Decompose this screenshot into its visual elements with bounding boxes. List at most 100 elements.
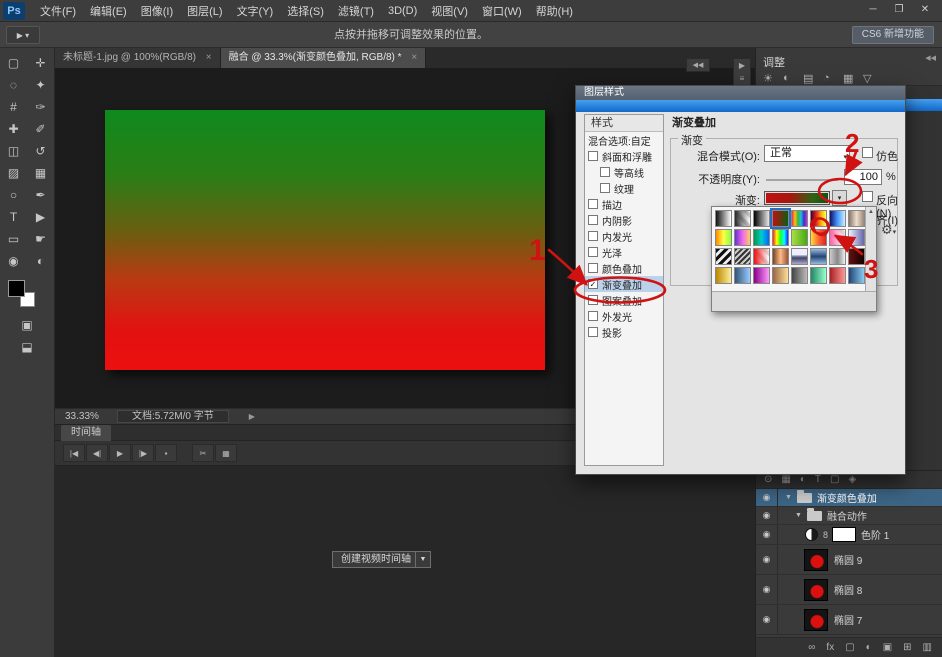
layers-action-link-layers[interactable]: ∞ (808, 642, 815, 653)
opacity-value-field[interactable]: 100 (844, 169, 882, 185)
timeline-tool-split-clip[interactable]: ✂ (192, 444, 214, 462)
expand-panel-button[interactable]: ▶ ≡ (733, 58, 751, 86)
gradient-preset-brown-tan[interactable] (772, 267, 789, 284)
style-item-1[interactable]: 斜面和浮雕 (585, 148, 663, 164)
style-item-9[interactable]: ✓ 渐变叠加 (585, 276, 663, 292)
visibility-toggle[interactable]: ◉ (756, 545, 778, 574)
layer-thumbnail[interactable] (804, 578, 828, 601)
window-button-close[interactable]: ✕ (912, 0, 938, 20)
reverse-checkbox[interactable] (862, 191, 873, 202)
menu-item-type[interactable]: 文字(Y) (230, 3, 281, 19)
tool-zoom-tool[interactable]: ◉ (0, 250, 27, 272)
gradient-preset-copper[interactable] (772, 248, 789, 265)
tool-path-select-tool[interactable]: ▶ (27, 206, 54, 228)
layers-filter-type[interactable]: T (815, 474, 821, 485)
transport-next-frame[interactable]: |▶ (132, 444, 154, 462)
style-checkbox[interactable] (588, 327, 598, 337)
gradient-preset-fg-to-transparent[interactable] (734, 210, 751, 227)
layers-filter-kind[interactable]: ⊙ (764, 474, 772, 485)
style-checkbox[interactable] (588, 263, 598, 273)
tool-history-brush-tool[interactable]: ↺ (27, 140, 54, 162)
adjustment-hue-adjustment-icon[interactable]: ▽ (863, 72, 883, 85)
transport-mute-audio[interactable]: ▪ (155, 444, 177, 462)
group-twirl-icon[interactable]: ▼ (785, 494, 792, 501)
collapse-panels-button[interactable]: ◀◀ (686, 58, 710, 72)
gradient-picker-dropdown-button[interactable]: ▾ (832, 190, 847, 206)
layer-row-5[interactable]: ◉ 椭圆 7 (756, 605, 942, 635)
transport-play[interactable]: ▶ (109, 444, 131, 462)
gradient-preset-red-transparent[interactable] (753, 248, 770, 265)
tool-clone-stamp-tool[interactable]: ◫ (0, 140, 27, 162)
style-checkbox[interactable] (588, 151, 598, 161)
layer-name[interactable]: 色阶 1 (861, 527, 889, 542)
gradient-preset-silver[interactable] (829, 248, 846, 265)
layers-filter-image[interactable]: ▦ (781, 474, 790, 485)
gradient-preset-black-white-2[interactable] (753, 210, 770, 227)
layer-row-0[interactable]: ◉ ▼ 渐变颜色叠加 (756, 489, 942, 507)
adjustment-curves-adjustment-icon[interactable]: ▤ (803, 72, 823, 85)
menu-item-edit[interactable]: 编辑(E) (83, 3, 134, 19)
gradient-preset-orange-yellow-green[interactable] (715, 229, 732, 246)
gradient-preset-violet-pink-gold[interactable] (734, 229, 751, 246)
gradient-preset-green-lime[interactable] (791, 229, 808, 246)
gradient-preset-dark-red-black[interactable] (848, 248, 865, 265)
style-item-4[interactable]: 描边 (585, 196, 663, 212)
layers-action-new-adjustment-layer[interactable]: ◐ (866, 642, 872, 653)
style-item-12[interactable]: 投影 (585, 324, 663, 340)
style-checkbox[interactable]: ✓ (588, 279, 598, 289)
gradient-preset-spectrum[interactable] (791, 210, 808, 227)
layer-row-4[interactable]: ◉ 椭圆 8 (756, 575, 942, 605)
tool-quick-select-tool[interactable]: ✦ (27, 74, 54, 96)
tool-crop-tool[interactable]: # (0, 96, 27, 118)
document-tab-untitled[interactable]: 未标题-1.jpg @ 100%(RGB/8) × (55, 48, 221, 68)
tool-screen-mode-toggle[interactable]: ⬓ (21, 340, 32, 354)
style-checkbox[interactable] (588, 199, 598, 209)
blend-mode-select[interactable]: 正常 ▾ (764, 145, 850, 162)
tool-move-tool[interactable]: ✛ (27, 52, 54, 74)
visibility-toggle[interactable]: ◉ (756, 489, 778, 506)
gradient-preset-steel-blue[interactable] (810, 248, 827, 265)
menu-item-layer[interactable]: 图层(L) (180, 3, 229, 19)
layer-row-3[interactable]: ◉ 椭圆 9 (756, 545, 942, 575)
layers-action-new-group[interactable]: ▣ (883, 642, 892, 653)
layer-thumbnail[interactable] (804, 608, 828, 631)
visibility-toggle[interactable]: ◉ (756, 525, 778, 544)
style-item-0[interactable]: 混合选项:自定 (585, 132, 663, 148)
layers-action-new-layer[interactable]: ⊞ (903, 642, 911, 653)
style-item-10[interactable]: 图案叠加 (585, 292, 663, 308)
document-tab-active[interactable]: 融合 @ 33.3%(渐变颜色叠加, RGB/8) * × (220, 48, 427, 68)
window-button-minimize[interactable]: ─ (860, 0, 886, 20)
style-checkbox[interactable] (588, 247, 598, 257)
canvas-image[interactable] (105, 110, 545, 370)
menu-item-image[interactable]: 图像(I) (134, 3, 180, 19)
tool-eraser-tool[interactable]: ▨ (0, 162, 27, 184)
gradient-preset-green-cyan-blue[interactable] (753, 229, 770, 246)
dialog-title[interactable]: 图层样式 (576, 86, 905, 100)
close-tab-icon[interactable]: × (206, 52, 212, 63)
style-checkbox[interactable] (600, 183, 610, 193)
style-checkbox[interactable] (588, 231, 598, 241)
tool-pen-tool[interactable]: ✒ (27, 184, 54, 206)
gradient-preset-purple-magenta[interactable] (753, 267, 770, 284)
style-item-5[interactable]: 内阴影 (585, 212, 663, 228)
menu-item-help[interactable]: 帮助(H) (529, 3, 580, 19)
tool-type-tool[interactable]: T (0, 206, 27, 228)
style-checkbox[interactable] (600, 167, 610, 177)
adjustment-exposure-adjustment-icon[interactable]: ◔ (823, 72, 843, 85)
layer-thumbnail[interactable] (804, 548, 828, 571)
tool-gradient-tool[interactable]: ▦ (27, 162, 54, 184)
preset-menu-gear-button[interactable]: ⚙▾ (881, 222, 896, 238)
opacity-slider[interactable] (766, 179, 838, 181)
gradient-preset-bright-rainbow[interactable] (772, 229, 789, 246)
adjustment-levels-adjustment-icon[interactable]: ◐ (783, 72, 803, 85)
gradient-preset-neutral-metal[interactable] (848, 210, 865, 227)
tool-marquee-tool[interactable]: ▢ (0, 52, 27, 74)
layer-row-2[interactable]: ◉ 8 色阶 1 (756, 525, 942, 545)
tool-quick-mask-toggle[interactable]: ▣ (21, 318, 32, 332)
window-button-restore[interactable]: ❐ (886, 0, 912, 20)
create-timeline-dropdown[interactable]: ▼ (415, 551, 431, 568)
layer-name[interactable]: 椭圆 8 (834, 582, 862, 597)
gradient-preset-navy-azure[interactable] (848, 267, 865, 284)
tool-hand-tool[interactable]: ☛ (27, 228, 54, 250)
gradient-preset-yellow-orange-red[interactable] (810, 229, 827, 246)
